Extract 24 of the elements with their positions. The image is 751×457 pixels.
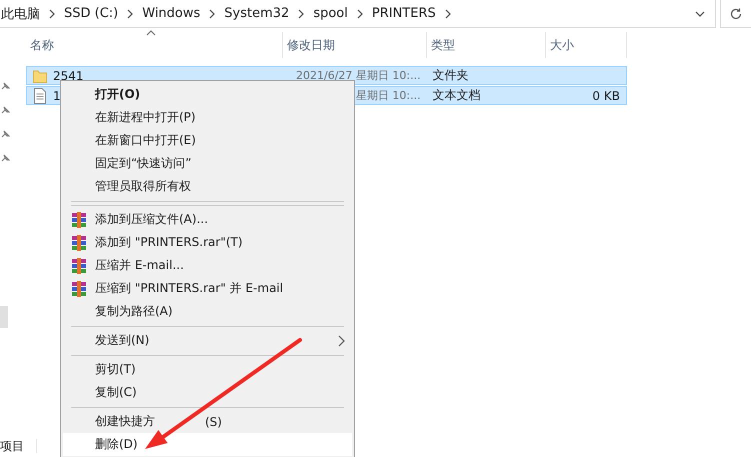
menu-label: (S) [205, 414, 222, 428]
menu-label: 删除(D) [95, 436, 138, 453]
menu-label: 压缩到 "PRINTERS.rar" 并 E-mail [95, 280, 284, 297]
menu-label: 创建快捷方 [95, 413, 155, 430]
menu-label: 复制(C) [95, 384, 137, 401]
menu-label: 发送到(N) [95, 332, 150, 349]
menu-label: 添加到压缩文件(A)... [95, 211, 208, 228]
file-name: 2541 [53, 68, 84, 82]
menu-label: 复制为路径(A) [95, 303, 173, 320]
menu-label: 打开(O) [95, 86, 140, 103]
modified-date: 2021/6/27 星期日 10:... [296, 68, 421, 83]
menu-label: 固定到“快速访问” [95, 155, 192, 172]
menu-label: 管理员取得所有权 [95, 178, 191, 195]
file-type: 文本文档 [432, 87, 481, 104]
menu-label: 在新进程中打开(P) [95, 109, 196, 126]
file-name: 1 [53, 88, 61, 102]
modified-date: 星期日 10:... [356, 88, 421, 103]
menu-label: 在新窗口中打开(E) [95, 132, 196, 149]
menu-label: 添加到 "PRINTERS.rar"(T) [95, 234, 243, 251]
status-text: 项目 [0, 438, 24, 454]
file-type: 文件夹 [432, 67, 469, 84]
file-size: 0 KB [592, 88, 620, 102]
menu-label: 压缩并 E-mail... [95, 257, 184, 274]
menu-label: 剪切(T) [95, 361, 136, 378]
